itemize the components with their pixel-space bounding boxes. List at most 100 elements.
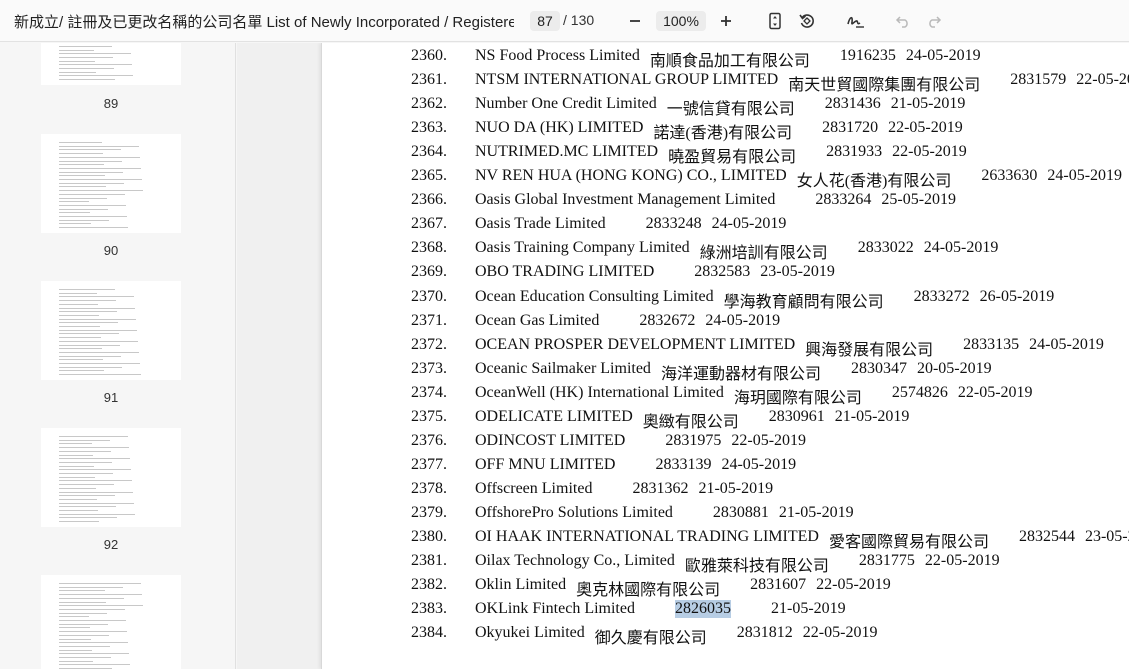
thumbnail-text-line [59,175,105,177]
chinese-name: 奧克林國際有限公司 [576,582,721,600]
entry-number: 2382. [411,576,447,594]
chinese-name: 曉盈貿易有限公司 [668,149,797,167]
thumbnail-text-line [59,333,119,335]
page-thumbnail[interactable] [41,428,181,527]
thumbnail-text-line [59,484,114,486]
thumbnail-text-line [59,212,90,214]
registration-number: 2830961 [768,407,825,425]
registration-number: 2831775 [858,552,915,570]
thumbnail-text-line [59,156,140,158]
thumbnail-text-line [59,645,110,647]
registration-number: 2830347 [850,359,907,377]
chinese-name: 奧緻有限公司 [642,413,739,431]
thumbnail-text-line [59,370,104,372]
thumbnail-text-line [59,318,136,320]
thumbnail-text-line [59,594,142,596]
list-item: 2378. Offscreen Limited 2831362 21-05-2019 [322,480,1129,502]
list-item: 2379. OffshorePro Solutions Limited 283088… [322,504,1129,526]
thumbnail-label: 89 [103,96,119,111]
thumbnail-text-line [59,216,127,217]
chinese-name: 女人花(香港)有限公司 [796,173,952,191]
thumbnail-text-line [59,160,122,162]
incorporation-date: 23-05-2019 [760,263,835,281]
thumbnail-text-line [59,292,97,294]
company-name: OKLink Fintech Limited [475,600,635,618]
incorporation-date: 21-05-2019 [698,479,774,497]
company-name: Ocean Gas Limited [475,311,600,329]
thumbnail-text-line [59,664,130,666]
zoom-out-icon[interactable] [624,10,646,32]
thumbnail-text-line [59,495,115,497]
thumbnail-text-line [59,660,93,662]
entry-number: 2378. [411,479,447,497]
incorporation-date: 23-05-2019 [1084,528,1129,545]
thumbnail-text-line [59,219,109,221]
signature-icon[interactable] [845,10,867,32]
toolbar: 新成立/ 註冊及已更改名稱的公司名單 List of Newly Incorpo… [0,0,1129,42]
page-thumbnail[interactable] [41,43,181,85]
thumbnail-text-line [59,476,95,478]
list-item: 2377. OFF MNU LIMITED 2833139 24-05-2019 [322,456,1129,478]
thumbnail-text-line [59,469,131,471]
zoom-level[interactable]: 100% [656,11,706,31]
thumbnail-label: 91 [103,390,119,405]
registration-number: 2832544 [1018,528,1075,545]
incorporation-date: 24-05-2019 [721,455,797,473]
list-item: 2361. NTSM INTERNATIONAL GROUP LIMITED 南天世… [322,71,1129,94]
list-item: 2365. NV REN HUA (HONG KONG) CO., LIMITED… [322,167,1129,191]
thumbnail-text-line [59,443,92,445]
thumbnail-text-line [59,461,112,463]
list-item: 2375. ODELICATE LIMITED 奧緻有限公司 2830961 21-05… [322,407,1129,431]
thumbnail-text-line [59,450,111,452]
list-item: 2369. OBO TRADING LIMITED 2832583 23-05-201… [322,263,1129,285]
entry-number: 2372. [411,335,447,353]
entry-number: 2364. [411,143,447,161]
page-thumbnail[interactable] [41,134,181,233]
incorporation-date: 21-05-2019 [834,407,910,425]
page-thumbnail[interactable] [41,575,181,669]
thumbnail-label: 90 [103,243,119,258]
redo-icon[interactable] [923,10,945,32]
undo-icon[interactable] [892,10,914,32]
thumbnail-label: 92 [103,537,119,552]
thumbnail-text-line [59,653,129,655]
incorporation-date: 22-05-2019 [924,552,1000,570]
thumbnail-text-line [59,374,141,376]
incorporation-date: 22-05-2019 [802,624,878,642]
company-name: Oasis Training Company Limited [475,239,690,257]
thumbnail-text-line [59,307,135,309]
company-name: Oceanic Sailmaker Limited [475,359,651,377]
thumbnail-text-line [59,303,98,305]
current-page-input[interactable]: 87 [530,11,560,31]
entry-number: 2379. [411,503,447,521]
thumbnail-text-line [59,363,140,364]
document-view[interactable]: 2360. NS Food Process Limited 南順食品加工有限公司 19… [237,43,1129,669]
thumbnail-text-line [59,513,135,515]
total-pages: / 130 [563,12,595,28]
entry-number: 2381. [411,552,447,570]
incorporation-date: 24-05-2019 [705,311,781,329]
registration-number: 2831975 [665,431,722,449]
page-thumbnail[interactable] [41,281,181,380]
thumbnail-text-line [59,506,116,508]
incorporation-date: 22-05-2019 [888,119,963,137]
registration-number: 2831933 [826,143,883,161]
page-fit-icon[interactable] [764,10,786,32]
chinese-name: 愛客國際貿易有限公司 [828,534,989,551]
company-name: NUTRIMED.MC LIMITED [475,143,659,161]
thumbnail-text-line [59,179,142,180]
thumbnail-text-line [59,182,124,184]
entry-number: 2369. [411,263,447,281]
rotate-icon[interactable] [796,10,818,32]
list-item: 2362. Number One Credit Limited 一號信貸有限公司 28… [322,95,1129,118]
list-item: 2384. Okyukei Limited 御久慶有限公司 2831812 22-05-… [322,624,1129,647]
company-name: OCEAN PROSPER DEVELOPMENT LIMITED [475,335,796,353]
entry-number: 2367. [411,215,447,233]
incorporation-date: 25-05-2019 [881,191,957,209]
thumbnail-text-line [59,164,104,166]
incorporation-date: 21-05-2019 [890,95,966,113]
thumbnail-text-line [59,167,141,169]
registration-number: 2831812 [736,624,793,642]
registration-number: 2832672 [639,311,696,329]
zoom-in-icon[interactable] [715,10,737,32]
